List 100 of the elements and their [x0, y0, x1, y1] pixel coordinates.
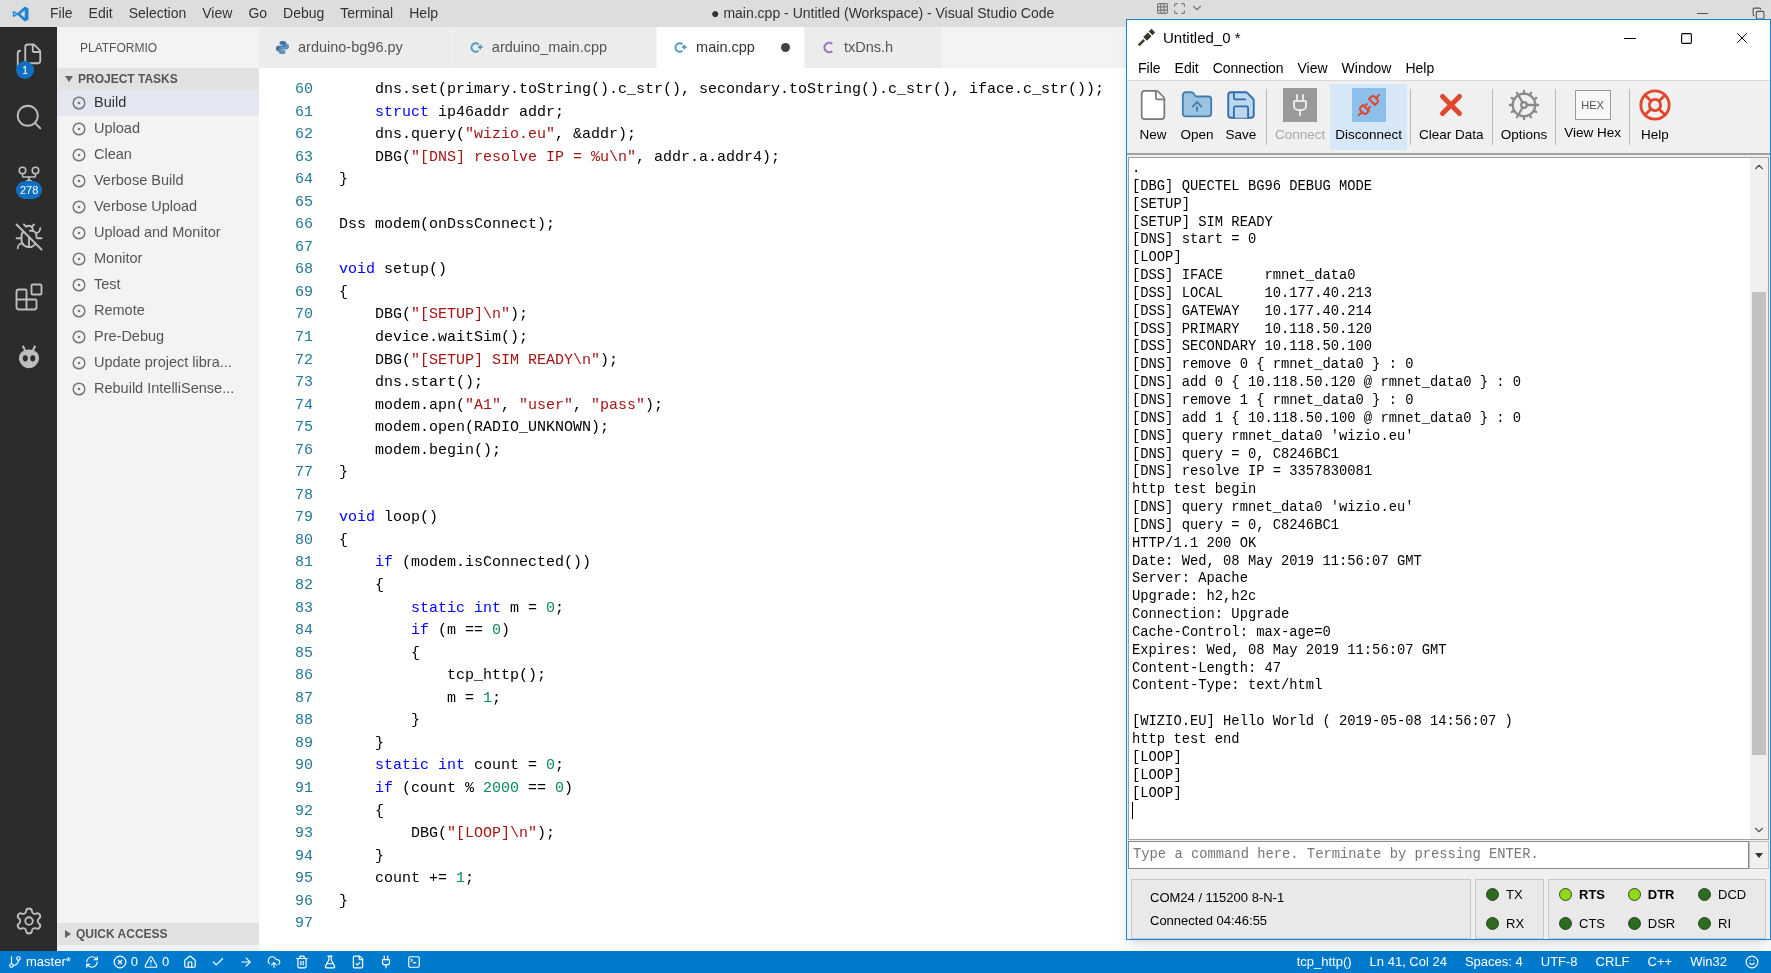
task-item[interactable]: Build	[57, 90, 259, 116]
menu-item[interactable]: File	[1131, 57, 1168, 79]
branch-status[interactable]: master*	[8, 952, 71, 972]
task-item[interactable]: Rebuild IntelliSense...	[57, 376, 259, 402]
menu-item[interactable]: Terminal	[332, 3, 402, 24]
cloud-upload-icon[interactable]	[267, 955, 282, 969]
line-number: 66	[294, 215, 313, 236]
status-item[interactable]: C++	[1647, 952, 1673, 972]
task-item[interactable]: Verbose Build	[57, 168, 259, 194]
menu-item[interactable]: Connection	[1205, 57, 1291, 79]
connector-icon	[1135, 27, 1157, 49]
target-icon	[72, 278, 86, 292]
grid-icon[interactable]	[1156, 1, 1169, 15]
errors-status[interactable]: 0	[112, 952, 139, 972]
output-line: Cache-Control: max-age=0	[1132, 623, 1332, 642]
line-number: 92	[294, 801, 313, 822]
unplug-icon	[1351, 88, 1386, 123]
toolbar-button[interactable]: New	[1131, 84, 1175, 150]
expand-icon[interactable]	[1173, 1, 1186, 15]
status-item[interactable]: Spaces: 4	[1464, 952, 1523, 972]
history-dropdown-button[interactable]	[1749, 841, 1769, 869]
menu-item[interactable]: File	[42, 3, 81, 24]
toolbar-button[interactable]: Save	[1219, 84, 1263, 150]
task-label: Monitor	[94, 249, 143, 269]
extensions-icon	[13, 282, 44, 312]
status-item[interactable]: Win32	[1690, 952, 1727, 972]
toolbar-button[interactable]: Disconnect	[1330, 84, 1408, 150]
line-number: 71	[294, 328, 313, 348]
code-line: dns.query("wizio.eu", &addr);	[374, 125, 637, 146]
command-field[interactable]: Type a command here. Terminate by pressing ENTER.	[1128, 841, 1749, 869]
file-icon[interactable]	[351, 955, 366, 969]
editor-tab[interactable]: arduino_main.cpp	[452, 27, 658, 68]
task-item[interactable]: Upload	[57, 116, 259, 142]
line-number: 86	[294, 666, 313, 687]
menu-item[interactable]: View	[1290, 57, 1335, 79]
code-line: void loop()	[339, 508, 439, 529]
editor-tab[interactable]: arduino-bg96.py	[259, 27, 453, 68]
menu-item[interactable]: Window	[1334, 57, 1399, 79]
editor-tab[interactable]: main.cpp	[657, 27, 805, 68]
status-item[interactable]: CRLF	[1595, 952, 1630, 972]
menu-item[interactable]: Go	[240, 3, 276, 24]
status-item[interactable]: Ln 41, Col 24	[1369, 952, 1447, 972]
status-item[interactable]: UTF-8	[1540, 952, 1578, 972]
line-number: 63	[294, 147, 313, 168]
code-line: {	[374, 801, 384, 822]
task-label: Upload and Monitor	[94, 223, 221, 243]
status-item[interactable]: tcp_http()	[1296, 952, 1352, 972]
code-line: {	[339, 282, 348, 303]
trash-icon[interactable]	[295, 955, 310, 969]
error-count: 0	[130, 953, 139, 972]
code-line: }	[339, 170, 348, 191]
target-icon	[72, 122, 86, 136]
task-item[interactable]: Upload and Monitor	[57, 220, 259, 246]
menu-item[interactable]: Help	[1398, 57, 1442, 79]
task-item[interactable]: Clean	[57, 142, 259, 168]
task-item[interactable]: Verbose Upload	[57, 194, 259, 220]
code-line: m = 1;	[446, 688, 502, 709]
editor-tab[interactable]: txDns.h	[804, 27, 944, 68]
toolbar-button[interactable]: HEX View Hex	[1559, 84, 1626, 150]
restore-icon[interactable]	[1752, 7, 1765, 20]
activity-bar-item[interactable]: 278	[0, 147, 57, 207]
code-line: }	[410, 711, 420, 732]
check-icon[interactable]	[211, 955, 226, 969]
code-line: }	[339, 891, 348, 912]
output-line: [LOOP]	[1132, 748, 1183, 767]
smiley-icon[interactable]	[1745, 955, 1759, 969]
window-title: ● main.cpp - Untitled (Workspace) - Visual Studio Code	[711, 4, 1055, 23]
menu-item[interactable]: Help	[401, 3, 447, 24]
toolbar-button[interactable]: Help	[1632, 84, 1677, 150]
menu-item[interactable]: Selection	[120, 3, 195, 24]
toolbar-button[interactable]: Open	[1175, 84, 1219, 150]
toolbar-button[interactable]: Options	[1495, 84, 1553, 150]
port-settings: COM24 / 115200 8-N-1	[1150, 888, 1286, 907]
task-item[interactable]: Pre-Debug	[57, 324, 259, 350]
task-label: Pre-Debug	[94, 327, 165, 347]
line-number: 77	[294, 463, 313, 484]
text-cursor	[1132, 802, 1133, 820]
sync-icon[interactable]	[84, 955, 99, 969]
section-header[interactable]: PROJECT TASKS	[57, 68, 259, 90]
scrollbar[interactable]	[1750, 158, 1768, 839]
toolbar-button[interactable]: Clear Data	[1414, 84, 1489, 150]
flask-icon[interactable]	[323, 955, 338, 969]
task-item[interactable]: Update project libra...	[57, 350, 259, 376]
task-item[interactable]: Test	[57, 272, 259, 298]
warnings-status[interactable]: 0	[144, 952, 170, 972]
section-header[interactable]: QUICK ACCESS	[57, 923, 259, 945]
menu-item[interactable]: Edit	[1167, 57, 1206, 79]
activity-bar-item[interactable]: 1	[0, 27, 57, 87]
scroll-thumb[interactable]	[1752, 292, 1766, 755]
menu-item[interactable]: Debug	[275, 3, 333, 24]
menu-item[interactable]: View	[194, 3, 241, 24]
menu-item[interactable]: Edit	[80, 3, 121, 24]
task-item[interactable]: Remote	[57, 298, 259, 324]
line-number: 96	[294, 891, 313, 912]
output-line: HTTP/1.1 200 OK	[1132, 534, 1258, 553]
line-number: 61	[294, 102, 313, 123]
home-icon[interactable]	[183, 955, 198, 969]
task-item[interactable]: Monitor	[57, 246, 259, 272]
arrow-icon[interactable]	[239, 955, 254, 969]
terminal-icon[interactable]	[407, 955, 422, 969]
